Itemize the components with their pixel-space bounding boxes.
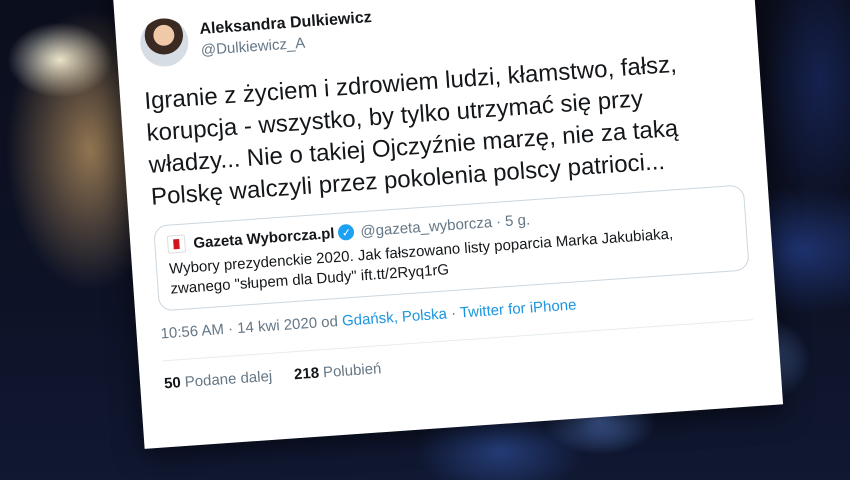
avatar[interactable] [138, 16, 190, 69]
separator-dot: · [495, 212, 502, 231]
quoted-author-handle[interactable]: @gazeta_wyborcza [360, 214, 493, 240]
gazeta-wyborcza-logo-icon [166, 234, 187, 254]
likes-stat[interactable]: 218 Polubień [294, 360, 382, 383]
tweet-stats: 50 Podane dalej 218 Polubień [164, 334, 756, 392]
retweets-stat[interactable]: 50 Podane dalej [164, 368, 273, 393]
tweet-location-link[interactable]: Gdańsk, Polska [341, 305, 447, 329]
verified-check-icon: ✓ [337, 223, 356, 241]
from-label: od [320, 313, 339, 332]
tweet-text: Igranie z życiem i zdrowiem ludzi, kłams… [143, 50, 679, 211]
quoted-author-name[interactable]: Gazeta Wyborcza.pl [193, 225, 335, 252]
quoted-time: 5 g. [504, 210, 531, 230]
likes-count: 218 [293, 364, 320, 384]
tweet-time[interactable]: 10:56 AM [160, 321, 224, 342]
tweet-card: Aleksandra Dulkiewicz @Dulkiewicz_A Igra… [112, 0, 784, 449]
likes-label: Polubień [322, 360, 382, 382]
retweets-label: Podane dalej [184, 367, 273, 391]
retweets-count: 50 [163, 374, 182, 393]
tweet-source-link[interactable]: Twitter for iPhone [459, 296, 577, 321]
tweet-date[interactable]: 14 kwi 2020 [237, 315, 318, 338]
author-names: Aleksandra Dulkiewicz @Dulkiewicz_A [199, 9, 374, 59]
